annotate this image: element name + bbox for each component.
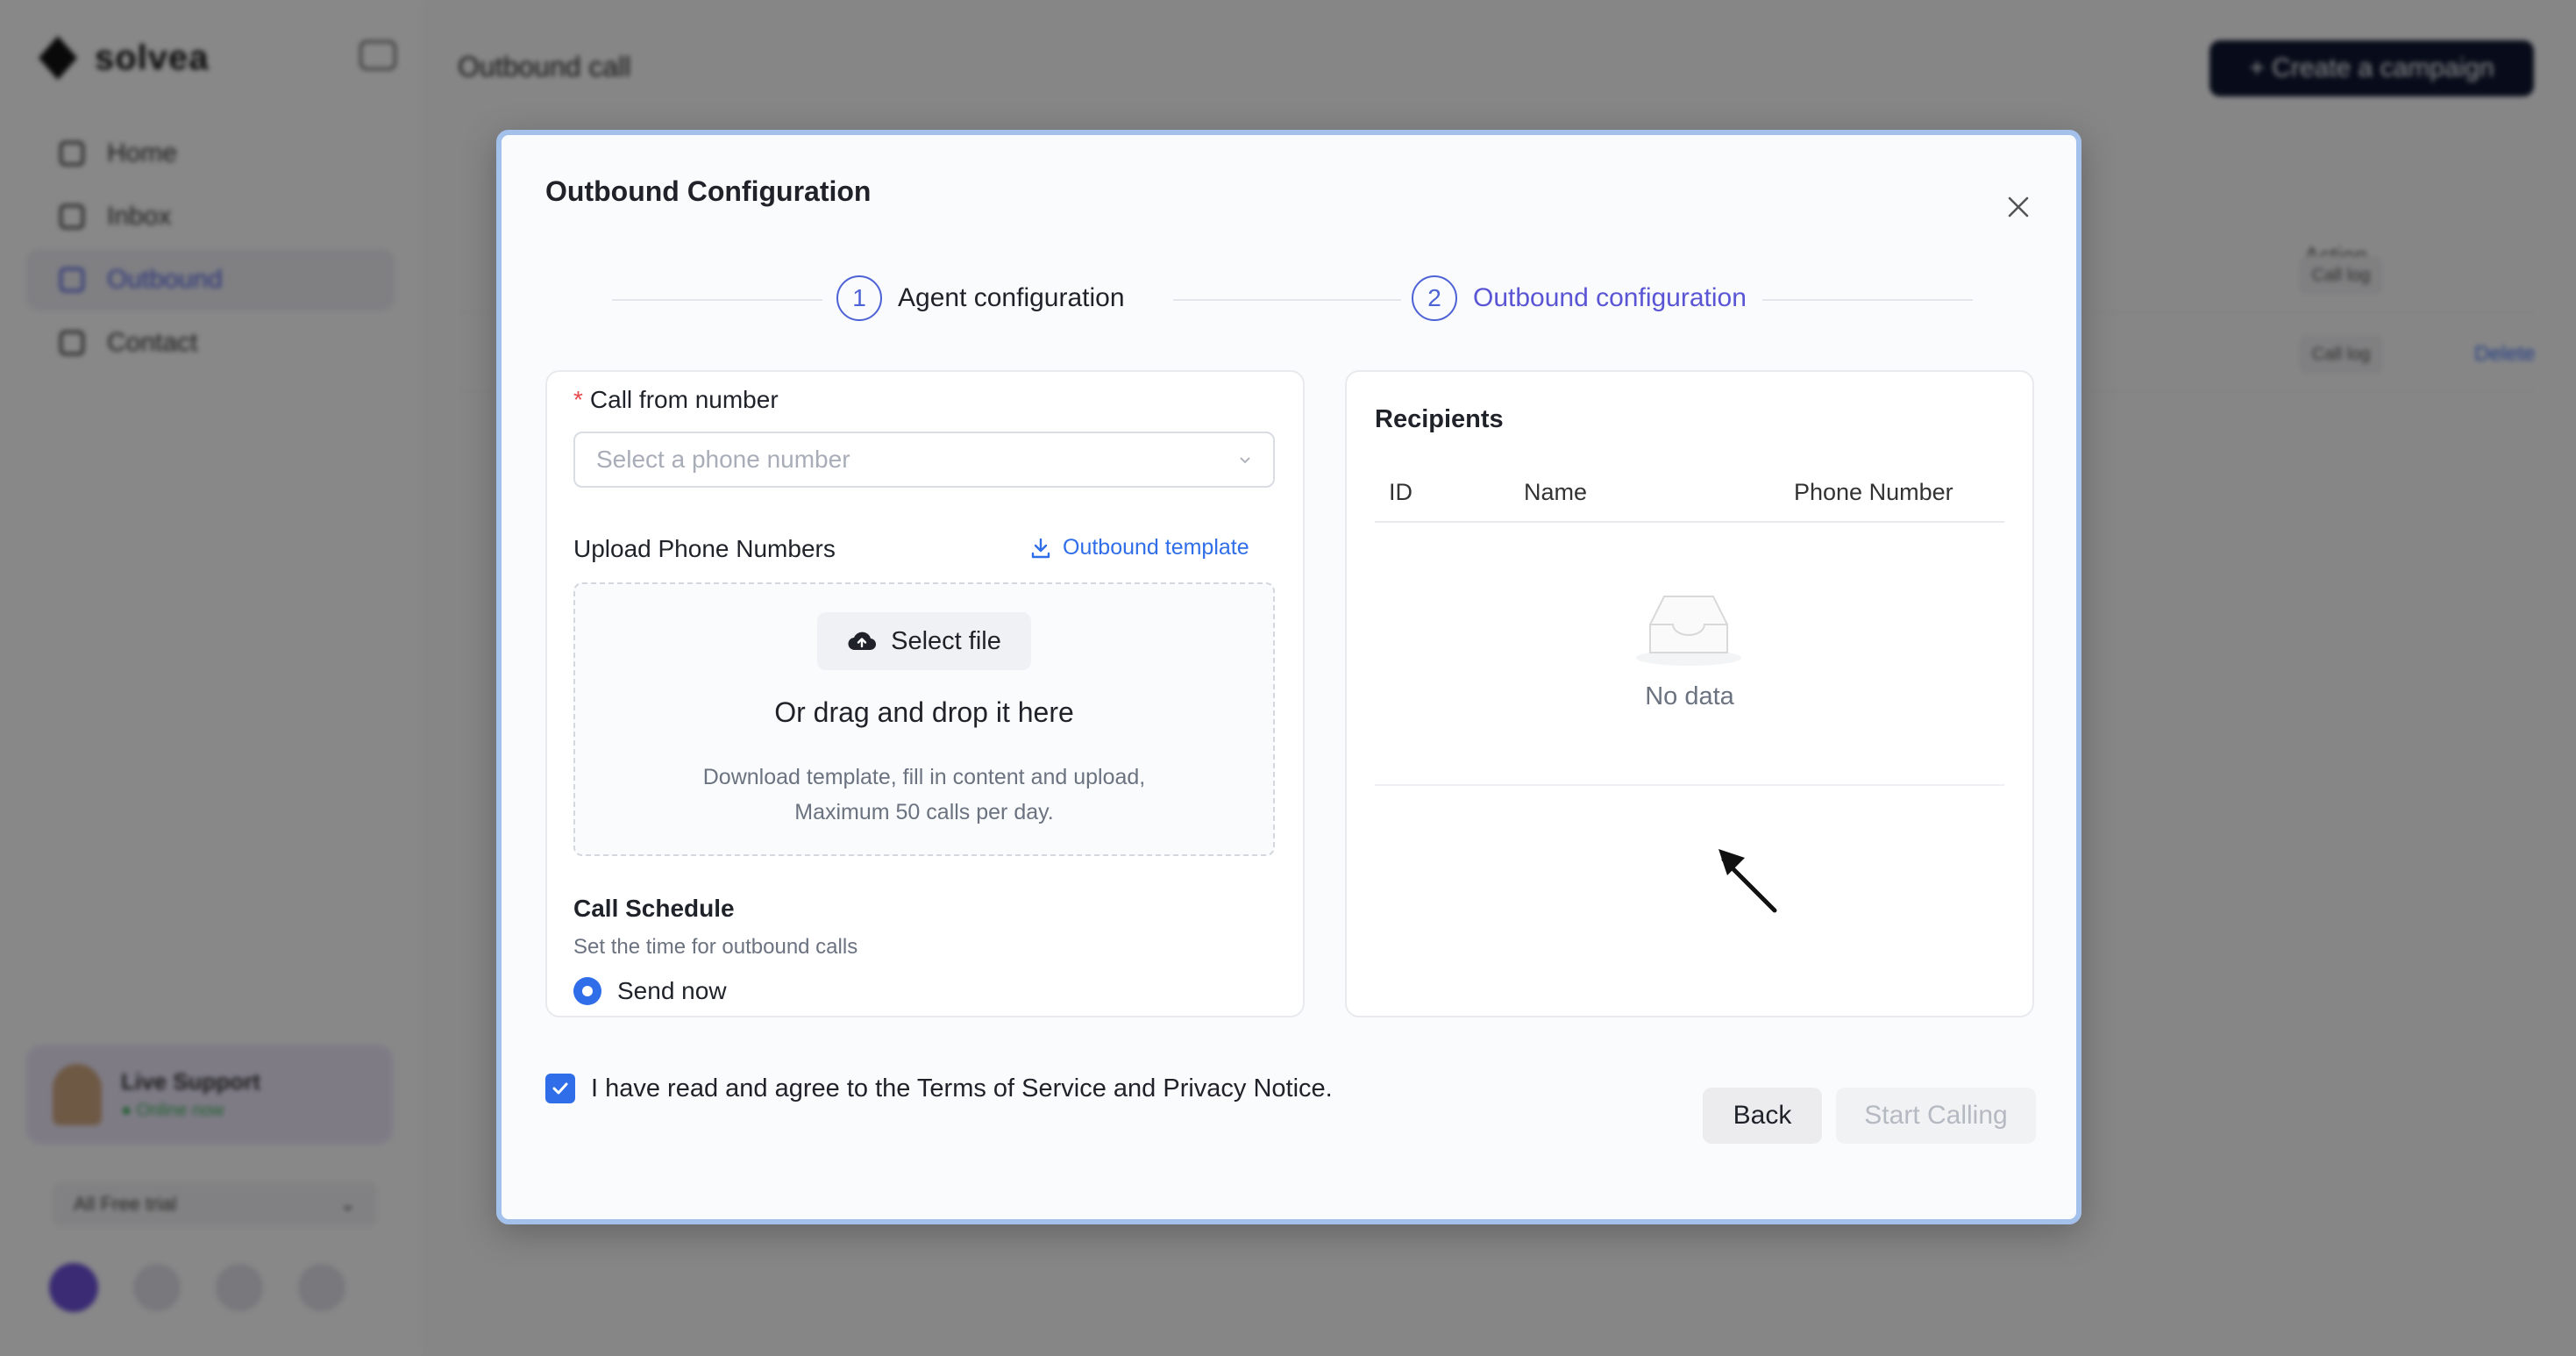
check-icon [552,1082,568,1095]
send-now-option[interactable]: Send now [573,977,727,1005]
mouse-pointer-icon [1719,849,1777,913]
agree-checkbox[interactable] [545,1074,575,1103]
table-header: ID Name Phone Number [1375,468,2004,523]
file-dropzone[interactable]: Select file Or drag and drop it here Dow… [573,582,1275,856]
outbound-template-link[interactable]: Outbound template [1029,535,1249,560]
modal-title: Outbound Configuration [545,175,872,207]
step-divider [612,299,822,301]
call-from-label: * Call from number [573,386,779,413]
start-calling-button[interactable]: Start Calling [1836,1088,2036,1144]
configuration-panel: * Call from number Select a phone number … [545,370,1305,1017]
empty-text: No data [1645,682,1734,710]
step-outbound-configuration[interactable]: 2 Outbound configuration [1406,275,1752,321]
empty-state: No data [1375,523,2004,786]
chevron-down-icon [1240,457,1250,464]
cloud-upload-icon [848,632,877,651]
recipients-table: ID Name Phone Number No data [1375,468,2004,786]
download-icon [1031,538,1050,558]
drag-drop-text: Or drag and drop it here [774,696,1074,728]
recipients-panel: Recipients ID Name Phone Number No data [1345,370,2034,1017]
step-label: Agent configuration [898,283,1125,312]
required-marker: * [573,386,583,413]
step-divider [1173,299,1401,301]
step-number: 1 [836,275,882,321]
steps: 1 Agent configuration 2 Outbound configu… [612,275,1973,325]
close-icon[interactable] [2001,189,2036,225]
call-schedule-title: Call Schedule [573,895,735,922]
column-header-phone: Phone Number [1794,479,1953,505]
back-button[interactable]: Back [1703,1088,1822,1144]
phone-number-select[interactable]: Select a phone number [573,432,1275,488]
step-label: Outbound configuration [1473,283,1747,312]
radio-selected[interactable] [573,977,601,1005]
upload-hint: Download template, fill in content and u… [702,765,1146,824]
select-file-button[interactable]: Select file [817,612,1031,670]
step-divider [1762,299,1973,301]
call-schedule-subtitle: Set the time for outbound calls [573,935,858,959]
upload-title: Upload Phone Numbers [573,535,836,562]
outbound-configuration-modal: Outbound Configuration 1 Agent configura… [496,130,2081,1224]
column-header-name: Name [1524,479,1588,505]
column-header-id: ID [1389,479,1413,505]
step-number: 2 [1412,275,1457,321]
terms-agreement[interactable]: I have read and agree to the Terms of Se… [545,1074,1333,1103]
empty-inbox-icon [1636,596,1741,666]
recipients-title: Recipients [1375,405,1504,433]
step-agent-configuration[interactable]: 1 Agent configuration [831,275,1130,321]
select-placeholder: Select a phone number [596,446,850,473]
agree-text: I have read and agree to the Terms of Se… [591,1074,1333,1103]
